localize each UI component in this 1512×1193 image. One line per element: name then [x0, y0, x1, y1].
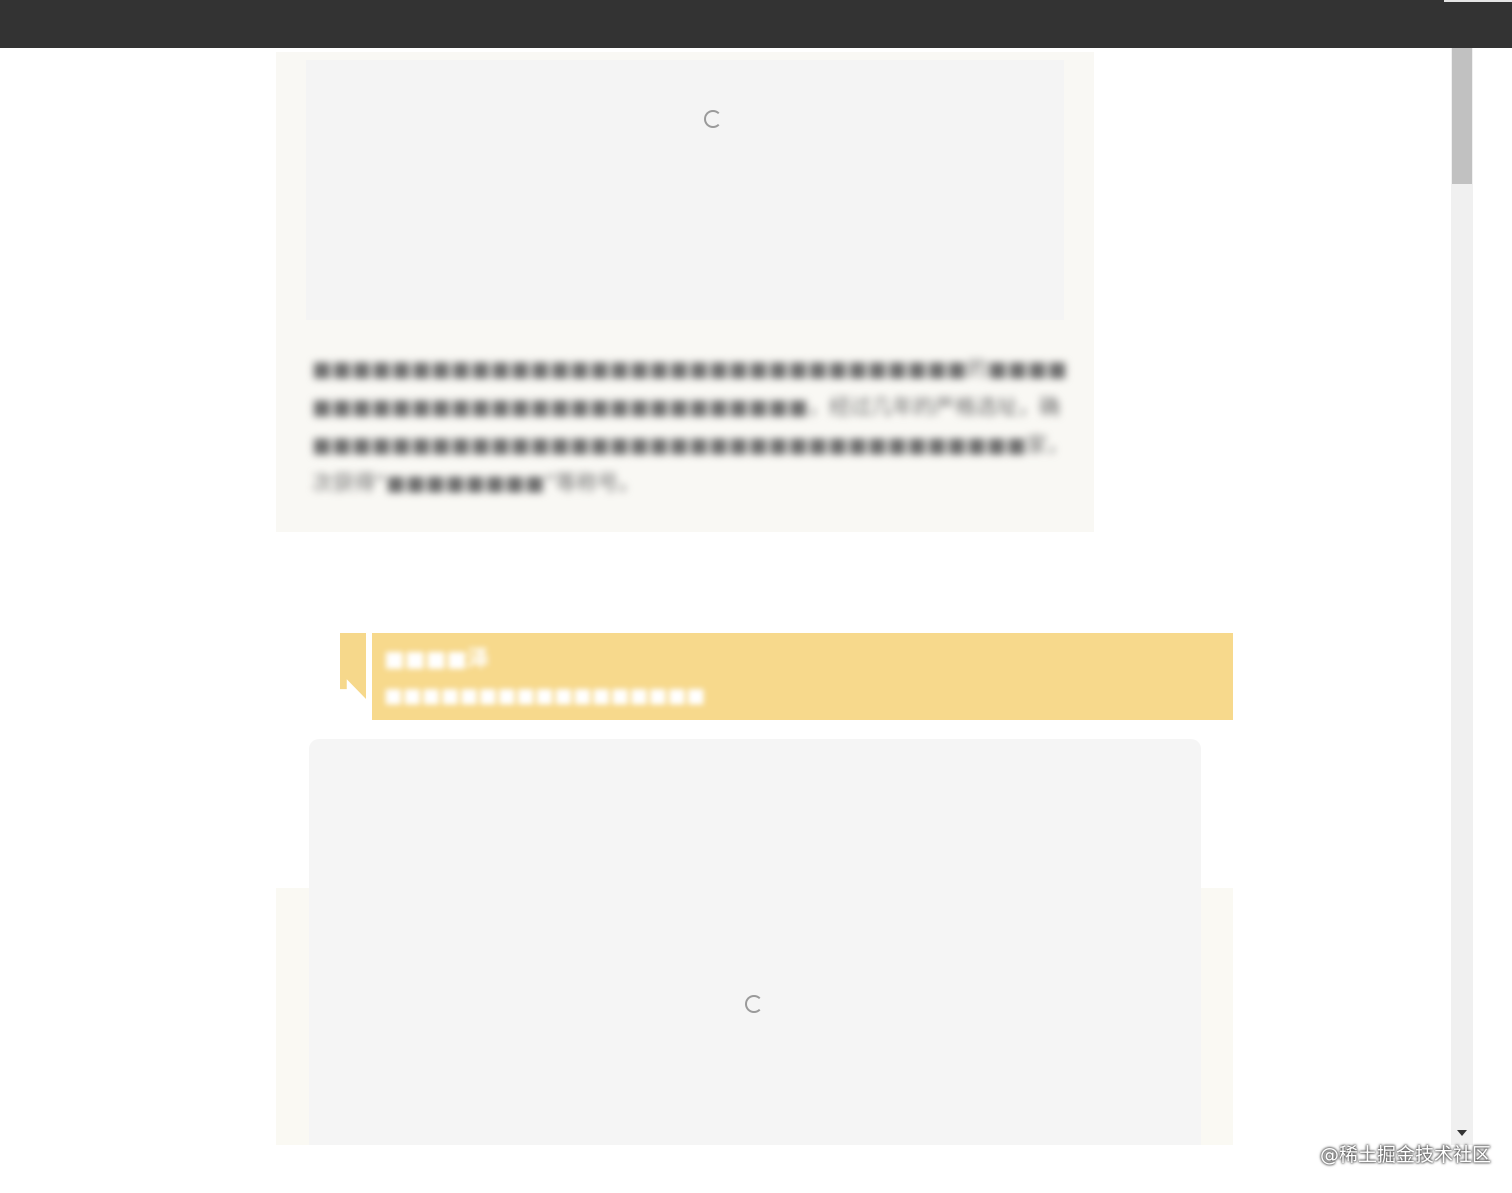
vertical-scrollbar[interactable]: [1451, 48, 1473, 1145]
paragraph-line: ■■■■■■■■■■■■■■■■■■■■■■■■■■■■■■■■■■■■家，并多: [312, 433, 1068, 457]
loading-spinner-icon: [704, 110, 722, 128]
top-bar-accent-line: [1444, 0, 1512, 2]
section-banner: ■■■■泽 ■■■■■■■■■■■■■■■■■: [372, 633, 1233, 720]
scrollbar-thumb[interactable]: [1452, 48, 1472, 184]
watermark: @稀土掘金技术社区: [1320, 1144, 1492, 1166]
paragraph-line: 次获得“■■■■■■■■”等称号。: [312, 471, 640, 495]
article-paragraph: ■■■■■■■■■■■■■■■■■■■■■■■■■■■■■■■■■的■■■■。 …: [312, 350, 1068, 502]
image-placeholder: [309, 739, 1201, 1145]
section-marker-icon: [340, 633, 366, 699]
article-card: ■■■■■■■■■■■■■■■■■■■■■■■■■■■■■■■■■的■■■■。 …: [276, 52, 1094, 532]
scroll-down-arrow-icon[interactable]: [1457, 1130, 1467, 1136]
paragraph-line: ■■■■■■■■■■■■■■■■■■■■■■■■■，经过几年的严格选址，确: [312, 395, 1061, 419]
browser-top-bar: [0, 0, 1512, 48]
paragraph-line: ■■■■■■■■■■■■■■■■■■■■■■■■■■■■■■■■■的■■■■。: [312, 357, 1068, 381]
section-title: ■■■■泽: [384, 647, 490, 672]
image-placeholder: [306, 60, 1064, 320]
section-subtitle: ■■■■■■■■■■■■■■■■■: [384, 683, 706, 707]
loading-spinner-icon: [745, 995, 763, 1013]
